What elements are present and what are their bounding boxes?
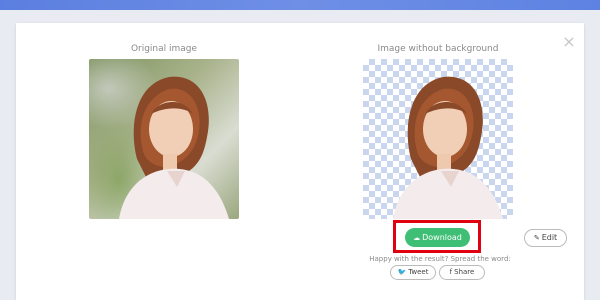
original-image (89, 59, 239, 219)
pencil-icon: ✎ (533, 234, 540, 242)
download-label: Download (422, 233, 462, 242)
download-button[interactable]: ☁ Download (405, 228, 470, 247)
tweet-button[interactable]: 🐦 Tweet (390, 265, 436, 280)
original-image-title: Original image (130, 44, 198, 54)
cloud-download-icon: ☁ (413, 234, 421, 242)
edit-button[interactable]: ✎ Edit (524, 229, 567, 247)
twitter-icon: 🐦 (397, 268, 407, 276)
share-label: Share (454, 268, 475, 276)
woman-photo (119, 76, 229, 219)
facebook-icon: f (449, 268, 453, 276)
tweet-label: Tweet (408, 268, 429, 276)
top-banner (0, 0, 600, 10)
close-icon[interactable]: × (561, 34, 577, 50)
woman-cutout (393, 76, 503, 219)
edit-label: Edit (541, 233, 558, 242)
result-image (363, 59, 513, 219)
result-image-title: Image without background (377, 44, 499, 54)
share-button[interactable]: f Share (439, 265, 485, 280)
share-prompt: Happy with the result? Spread the word: (369, 255, 511, 263)
